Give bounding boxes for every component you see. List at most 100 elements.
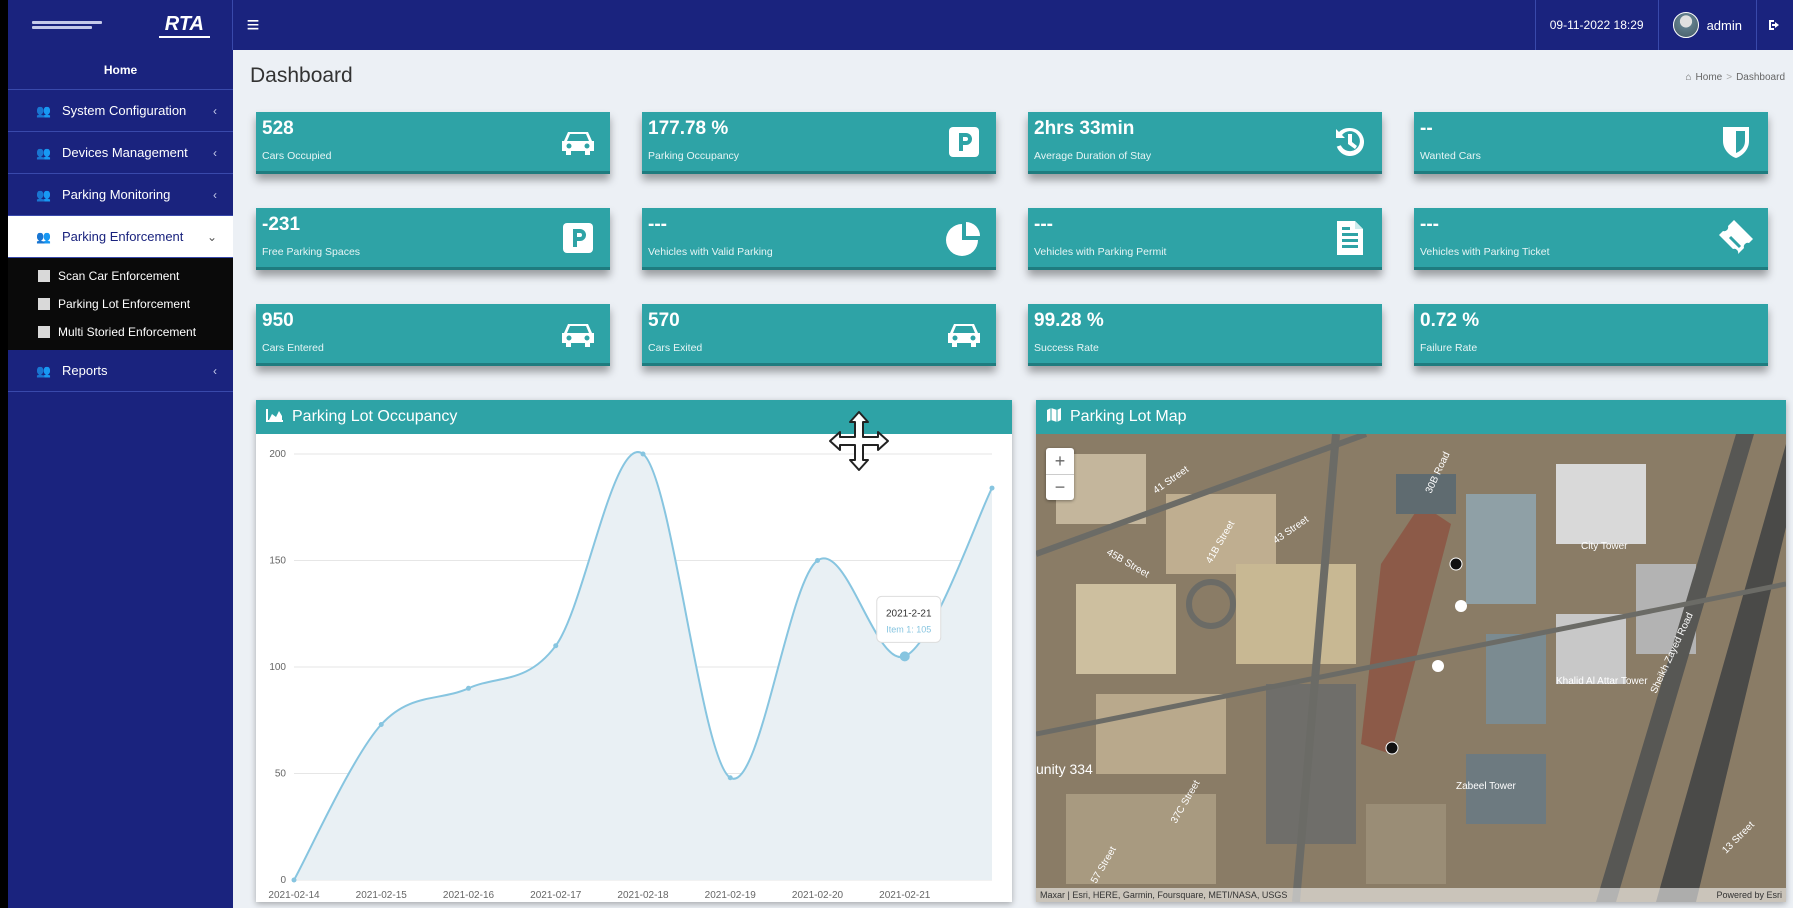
card-vehicles-valid-parking[interactable]: --- Vehicles with Valid Parking [642, 208, 996, 270]
area-chart-icon [266, 408, 284, 427]
users-icon: 👥 [36, 229, 51, 244]
submenu-item-label: Parking Lot Enforcement [58, 297, 191, 311]
map-label: Khalid Al Attar Tower [1556, 676, 1648, 687]
card-label: Failure Rate [1420, 342, 1478, 354]
sidebar-home[interactable]: Home [8, 50, 233, 90]
sidebar-item-reports[interactable]: 👥 Reports ‹ [8, 350, 233, 392]
chart-tooltip: 2021-2-21 Item 1: 105 [876, 595, 942, 643]
map-panel: Parking Lot Map 41 Street 45B Street 41B… [1036, 400, 1786, 902]
home-icon: ⌂ [1685, 72, 1692, 83]
card-parking-occupancy[interactable]: 177.78 % Parking Occupancy [642, 112, 996, 174]
map-view[interactable]: 41 Street 45B Street 41B Street 43 Stree… [1036, 434, 1786, 902]
card-label: Cars Exited [648, 342, 703, 354]
satellite-map[interactable]: 41 Street 45B Street 41B Street 43 Stree… [1036, 434, 1786, 902]
data-point [553, 643, 559, 649]
sidebar-item-label: Parking Enforcement [62, 229, 184, 244]
card-label: Average Duration of Stay [1034, 150, 1152, 162]
card-cars-occupied[interactable]: 528 Cars Occupied [256, 112, 610, 174]
card-value: 950 [262, 310, 294, 331]
car-icon [944, 316, 984, 352]
chevron-left-icon: ‹ [213, 145, 217, 160]
rta-logo[interactable]: RTA [8, 0, 233, 50]
current-datetime: 09-11-2022 18:29 [1534, 0, 1659, 50]
data-point [815, 558, 820, 563]
occupancy-chart-area[interactable]: 0 50 100 150 200 2021-02-14 2021-02-15 2021-02-… [256, 434, 1012, 902]
sidebar-item-label: System Configuration [62, 103, 187, 118]
username: admin [1706, 17, 1742, 33]
zoom-in-button[interactable]: + [1046, 448, 1074, 474]
submenu-item-scan-car[interactable]: Scan Car Enforcement [8, 262, 233, 290]
chevron-left-icon: ‹ [213, 187, 217, 202]
breadcrumb-current: Dashboard [1736, 72, 1785, 83]
x-tick-label: 2021-02-17 [530, 890, 582, 901]
y-tick-label: 100 [269, 662, 286, 673]
card-label: Cars Occupied [262, 150, 332, 162]
map-attribution: Maxar | Esri, HERE, Garmin, Foursquare, … [1036, 888, 1786, 902]
sidebar-item-label: Reports [62, 363, 108, 378]
y-tick-label: 50 [275, 769, 287, 780]
map-panel-header: Parking Lot Map [1036, 400, 1786, 434]
logout-icon[interactable] [1757, 0, 1793, 50]
parking-icon [558, 220, 598, 256]
card-label: Vehicles with Valid Parking [648, 246, 773, 258]
breadcrumb: ⌂ Home > Dashboard [1686, 72, 1786, 83]
x-tick-label: 2021-02-18 [617, 890, 669, 901]
submenu-item-multi-storied[interactable]: Multi Storied Enforcement [8, 318, 233, 346]
card-value: -231 [262, 214, 301, 235]
users-icon: 👥 [36, 363, 51, 378]
parking-enforcement-submenu: Scan Car Enforcement Parking Lot Enforce… [8, 258, 233, 350]
card-cars-entered[interactable]: 950 Cars Entered [256, 304, 610, 366]
data-point [727, 775, 733, 781]
card-label: Success Rate [1034, 342, 1099, 354]
data-point [378, 722, 384, 728]
sidebar-item-parking-monitoring[interactable]: 👥 Parking Monitoring ‹ [8, 174, 233, 216]
occupancy-panel-title: Parking Lot Occupancy [292, 408, 458, 425]
x-tick-label: 2021-02-16 [443, 890, 495, 901]
card-average-duration[interactable]: 2hrs 33min Average Duration of Stay [1028, 112, 1382, 174]
shield-icon [1716, 124, 1756, 160]
card-success-rate[interactable]: 99.28 % Success Rate [1028, 304, 1382, 366]
parking-icon [944, 124, 984, 160]
card-label: Wanted Cars [1420, 150, 1481, 162]
occupancy-panel: Parking Lot Occupancy 0 50 100 150 200 2021-0… [256, 400, 1012, 902]
breadcrumb-home[interactable]: Home [1696, 72, 1723, 83]
hamburger-menu-icon[interactable]: ≡ [233, 0, 273, 50]
square-icon [38, 298, 50, 310]
map-label: unity 334 [1036, 761, 1093, 777]
data-point [899, 651, 910, 662]
attribution-text: Maxar | Esri, HERE, Garmin, Foursquare, … [1040, 890, 1288, 900]
powered-by-text[interactable]: Powered by Esri [1716, 890, 1782, 900]
satellite-imagery: 41 Street 45B Street 41B Street 43 Stree… [1036, 434, 1786, 902]
x-tick-label: 2021-02-14 [268, 890, 320, 901]
series-area [294, 452, 992, 880]
card-failure-rate[interactable]: 0.72 % Failure Rate [1414, 304, 1768, 366]
sidebar-item-system-configuration[interactable]: 👥 System Configuration ‹ [8, 90, 233, 132]
sidebar-item-label: Parking Monitoring [62, 187, 171, 202]
chevron-left-icon: ‹ [213, 103, 217, 118]
car-icon [558, 316, 598, 352]
x-tick-label: 2021-02-21 [879, 890, 931, 901]
card-vehicles-parking-permit[interactable]: --- Vehicles with Parking Permit [1028, 208, 1382, 270]
card-wanted-cars[interactable]: -- Wanted Cars [1414, 112, 1768, 174]
occupancy-chart[interactable]: 0 50 100 150 200 2021-02-14 2021-02-15 2021-02-… [256, 434, 1012, 902]
sidebar-item-parking-enforcement[interactable]: 👥 Parking Enforcement ⌄ [8, 216, 233, 258]
users-icon: 👥 [36, 145, 51, 160]
users-icon: 👥 [36, 103, 51, 118]
card-free-parking-spaces[interactable]: -231 Free Parking Spaces [256, 208, 610, 270]
card-label: Vehicles with Parking Permit [1034, 246, 1167, 258]
user-menu[interactable]: admin [1659, 0, 1757, 50]
card-cars-exited[interactable]: 570 Cars Exited [642, 304, 996, 366]
app-window: RTA ≡ 09-11-2022 18:29 admin Home 👥 Syst… [8, 0, 1793, 908]
submenu-item-parking-lot[interactable]: Parking Lot Enforcement [8, 290, 233, 318]
map-panel-title: Parking Lot Map [1070, 408, 1187, 425]
card-value: --- [1034, 214, 1053, 235]
sidebar-item-devices-management[interactable]: 👥 Devices Management ‹ [8, 132, 233, 174]
card-label: Parking Occupancy [648, 150, 740, 162]
occupancy-panel-header: Parking Lot Occupancy [256, 400, 1012, 434]
y-tick-label: 150 [269, 556, 286, 567]
arabic-logo-text [32, 21, 102, 29]
card-vehicles-parking-ticket[interactable]: --- Vehicles with Parking Ticket [1414, 208, 1768, 270]
zoom-out-button[interactable]: − [1046, 474, 1074, 500]
x-tick-label: 2021-02-20 [792, 890, 844, 901]
chevron-left-icon: ‹ [213, 363, 217, 378]
